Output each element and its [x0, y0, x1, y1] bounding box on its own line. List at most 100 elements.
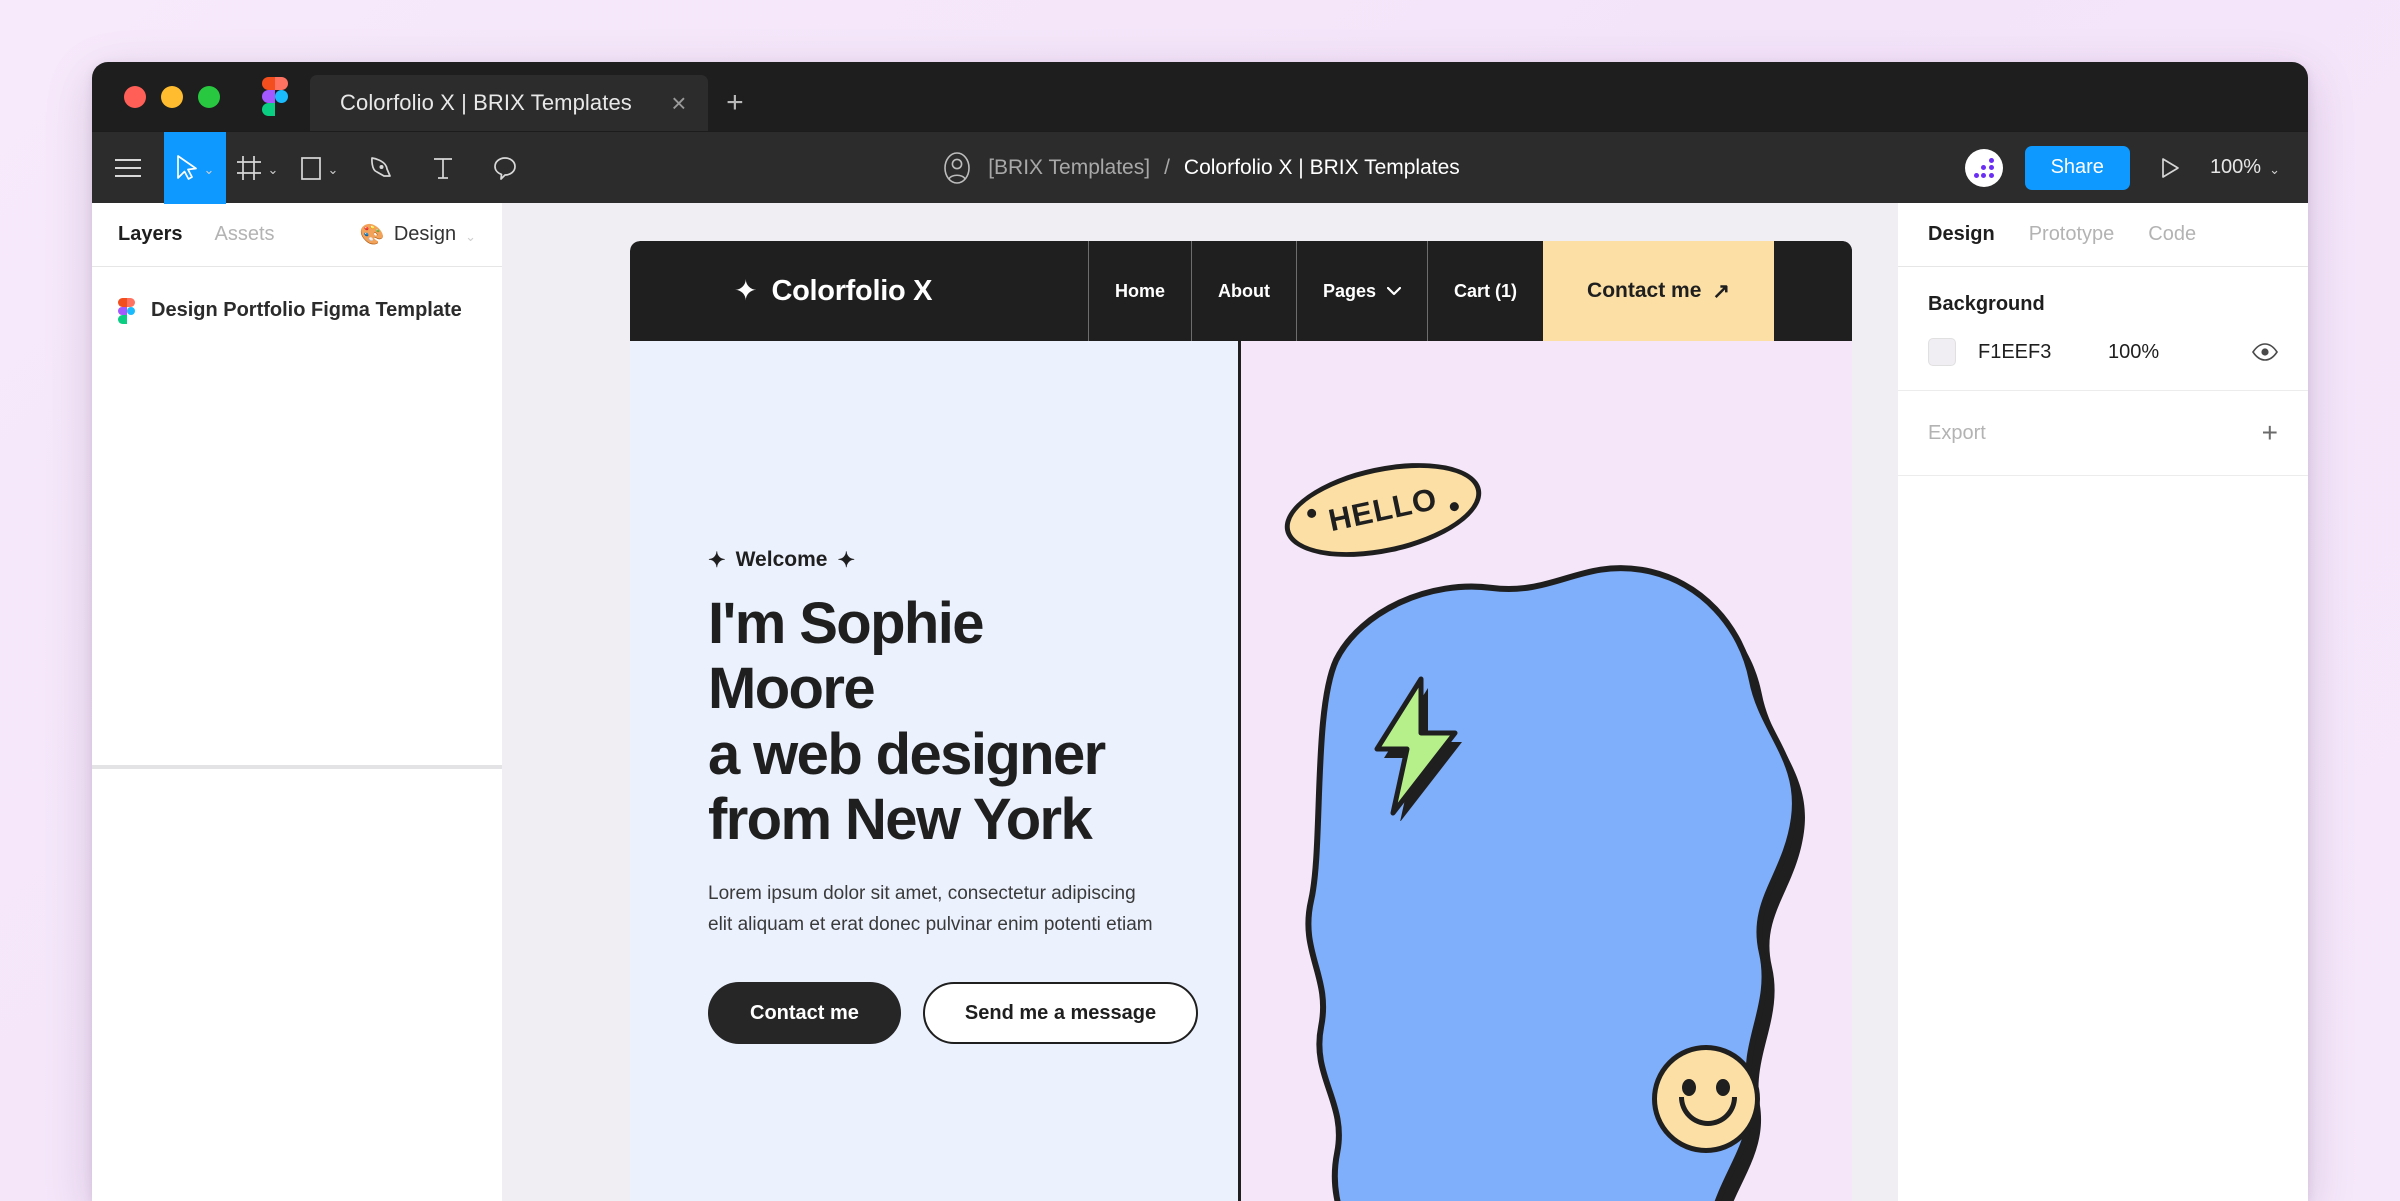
sparkle-icon: ✦ [734, 275, 758, 306]
design-page-selector[interactable]: 🎨 Design ⌄ [360, 222, 476, 247]
frame-icon [236, 155, 261, 180]
design-frame[interactable]: ✦ Colorfolio X Home About Pages Cart (1)… [630, 241, 1852, 1201]
toolbar-right-actions: Share 100% ⌄ [1964, 132, 2308, 203]
nav-label: About [1217, 280, 1270, 301]
new-tab-icon[interactable]: + [708, 75, 762, 131]
toolbar-tools: ⌄ ⌄ ⌄ [92, 131, 536, 204]
design-page-label: Design [393, 223, 457, 245]
collaborator-avatar[interactable] [1964, 148, 2003, 187]
background-section: Background F1EEF3 100% [1898, 267, 2308, 391]
tab-code[interactable]: Code [2148, 223, 2196, 246]
eye-glyph [2252, 343, 2278, 361]
hero-contact-button[interactable]: Contact me [708, 982, 901, 1045]
chevron-down-icon [1387, 286, 1402, 295]
hero-eyebrow: ✦ Welcome ✦ [708, 548, 1160, 573]
hero-title-line: from New York [708, 787, 1093, 853]
play-icon [2162, 157, 2179, 178]
hamburger-icon [115, 158, 141, 177]
maximize-window-button[interactable] [198, 85, 220, 108]
frame-tool-button[interactable]: ⌄ [226, 132, 288, 204]
figma-app-window: Colorfolio X | BRIX Templates × + ⌄ ⌄ ⌄ … [92, 62, 2308, 1201]
nav-item-pages[interactable]: Pages [1295, 241, 1427, 341]
text-icon [434, 157, 452, 179]
text-tool-button[interactable] [412, 132, 474, 204]
color-swatch[interactable] [1928, 338, 1956, 366]
tab-design[interactable]: Design [1928, 223, 1995, 246]
main-menu-button[interactable] [92, 132, 164, 204]
chevron-down-icon[interactable]: ⌄ [465, 230, 476, 243]
cursor-icon [176, 154, 197, 180]
site-brand[interactable]: ✦ Colorfolio X [630, 241, 1088, 341]
hero-title: I'm Sophie Moore a web designer from New… [708, 591, 1160, 853]
chevron-down-icon[interactable]: ⌄ [2269, 163, 2280, 176]
smiley-face-icon [1652, 1045, 1760, 1153]
background-opacity-value[interactable]: 100% [2108, 341, 2159, 364]
share-button[interactable]: Share [2024, 145, 2130, 190]
zoom-control[interactable]: 100% ⌄ [2210, 156, 2280, 179]
background-section-title: Background [1928, 293, 2045, 315]
nav-item-cart[interactable]: Cart (1) [1427, 241, 1543, 341]
breadcrumb[interactable]: [BRIX Templates] / Colorfolio X | BRIX T… [940, 151, 1460, 185]
list-item[interactable]: Design Portfolio Figma Template [92, 289, 502, 332]
figma-toolbar: ⌄ ⌄ ⌄ [BRIX Templates] / Colorfolio X | … [92, 131, 2308, 204]
background-hex-value[interactable]: F1EEF3 [1978, 341, 2086, 364]
minimize-window-button[interactable] [161, 85, 183, 108]
breadcrumb-team[interactable]: [BRIX Templates] [988, 156, 1150, 180]
nav-contact-cta-button[interactable]: Contact me ↗ [1543, 241, 1774, 341]
site-hero: ✦ Welcome ✦ I'm Sophie Moore a web desig… [630, 341, 1852, 1201]
hero-buttons: Contact me Send me a message [708, 982, 1199, 1045]
rectangle-icon [300, 156, 321, 180]
close-window-button[interactable] [124, 85, 146, 108]
hero-description: Lorem ipsum dolor sit amet, consectetur … [708, 882, 1153, 935]
hello-badge-text: HELLO [1325, 480, 1441, 539]
comment-tool-button[interactable] [474, 132, 536, 204]
avatar-dots-icon [1973, 157, 1994, 178]
arrow-up-right-icon: ↗ [1712, 279, 1730, 303]
tab-assets[interactable]: Assets [215, 223, 275, 246]
tab-layers[interactable]: Layers [118, 223, 183, 246]
nav-label: Pages [1322, 280, 1377, 301]
figma-canvas[interactable]: ✦ Colorfolio X Home About Pages Cart (1)… [502, 203, 1898, 1201]
pen-icon [371, 156, 391, 177]
hero-art-column: HELLO [1241, 341, 1852, 1201]
right-sidebar-tabs: Design Prototype Code [1898, 203, 2308, 267]
close-tab-icon[interactable]: × [658, 82, 700, 124]
smiley-mouth [1679, 1097, 1737, 1126]
export-section: Export + [1898, 391, 2308, 476]
eye-icon[interactable] [2252, 343, 2278, 361]
site-nav-items: Home About Pages Cart (1) Contact me ↗ [1087, 241, 1774, 341]
chevron-down-icon[interactable]: ⌄ [204, 163, 215, 176]
breadcrumb-separator: / [1164, 155, 1170, 179]
hero-eyebrow-text: Welcome [735, 548, 828, 572]
add-export-button[interactable]: + [2262, 419, 2278, 447]
background-fill-row: F1EEF3 100% [1928, 338, 2278, 366]
chevron-down-icon[interactable]: ⌄ [268, 163, 279, 176]
desktop-background: Colorfolio X | BRIX Templates × + ⌄ ⌄ ⌄ … [0, 0, 2400, 1201]
shape-tool-button[interactable]: ⌄ [288, 132, 350, 204]
brand-name: Colorfolio X [771, 274, 933, 307]
present-button[interactable] [2152, 156, 2188, 180]
nav-item-about[interactable]: About [1190, 241, 1296, 341]
pen-tool-button[interactable] [350, 132, 412, 204]
navbar-tail-spacer [1774, 241, 1852, 341]
nav-item-home[interactable]: Home [1087, 241, 1191, 341]
chevron-down-icon[interactable]: ⌄ [328, 163, 339, 176]
badge-dot-icon [1449, 501, 1460, 512]
app-body: Layers Assets 🎨 Design ⌄ Design Portfoli… [92, 203, 2308, 1201]
lightning-bolt-icon [1374, 676, 1462, 821]
left-sidebar-tabs: Layers Assets 🎨 Design ⌄ [92, 203, 502, 267]
nav-label: Home [1114, 280, 1165, 301]
hero-title-line: a web designer [708, 721, 1106, 787]
export-label: Export [1928, 421, 1986, 444]
hero-copy-column: ✦ Welcome ✦ I'm Sophie Moore a web desig… [630, 341, 1241, 1201]
breadcrumb-file-name[interactable]: Colorfolio X | BRIX Templates [1184, 156, 1460, 180]
tab-prototype[interactable]: Prototype [2029, 223, 2115, 246]
layers-list: Design Portfolio Figma Template [92, 267, 502, 765]
move-tool-button[interactable]: ⌄ [164, 131, 226, 204]
badge-dot-icon [1306, 508, 1317, 519]
active-tab[interactable]: Colorfolio X | BRIX Templates × [310, 75, 708, 131]
hero-send-message-button[interactable]: Send me a message [922, 982, 1199, 1045]
tab-title: Colorfolio X | BRIX Templates [340, 90, 632, 115]
site-navbar: ✦ Colorfolio X Home About Pages Cart (1)… [630, 241, 1852, 341]
hero-collage: HELLO [1241, 341, 1852, 1201]
